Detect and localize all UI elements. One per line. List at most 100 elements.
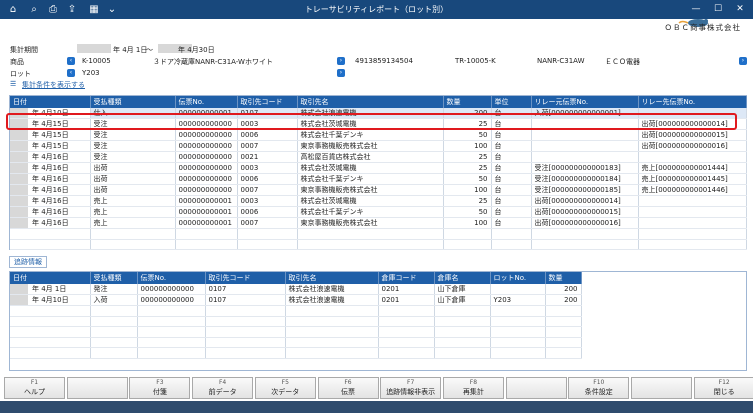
table-row[interactable]: 年 4月15日 受注 000000000000 0006 株式会社千葉デンキ 50 台 出荷[…: [10, 129, 747, 141]
fkey-button[interactable]: F12 閉じる: [693, 377, 753, 399]
table-row[interactable]: 年 4月16日 出荷 000000000000 0003 株式会社茨城電機 25 台受注[0…: [10, 162, 747, 174]
cell-unit: 台: [491, 184, 532, 196]
cell-date: 年 4月10日: [10, 294, 91, 306]
cell-type: 出荷: [90, 173, 176, 185]
cell-name: 東京事務機販売株式会社: [297, 140, 444, 152]
cell-to: 売上[000000000001446]: [638, 184, 747, 196]
cell-type: 受注: [90, 129, 176, 141]
cell-date: 年 4月15日: [10, 129, 91, 141]
fkey-label: 前データ: [208, 388, 237, 396]
cell-from: 受注[000000000000184]: [531, 173, 639, 185]
empty-cell: [237, 228, 298, 240]
empty-cell: [10, 337, 91, 348]
cell-unit: 台: [491, 217, 532, 229]
column-header[interactable]: 伝票No.: [175, 96, 238, 108]
next-maker-button[interactable]: ›: [739, 57, 747, 65]
table-row[interactable]: 年 4月10日 入荷 000000000000 0107 株式会社浪速電機 0201 山下倉…: [10, 294, 582, 306]
empty-cell: [378, 305, 435, 317]
table-row[interactable]: 年 4月 1日 発注 000000000000 0107 株式会社浪速電機 0201 山下倉…: [10, 284, 582, 295]
column-header[interactable]: 日付: [10, 96, 91, 108]
period-separator: ～: [146, 46, 153, 54]
column-header[interactable]: リレー先伝票No.: [638, 96, 747, 108]
table-row[interactable]: 年 4月16日 受注 000000000000 0021 高松屋百貨店株式会社 25 台: [10, 151, 747, 163]
cell-to: 出荷[000000000000016]: [638, 140, 747, 152]
cell-unit: 台: [491, 151, 532, 163]
column-header[interactable]: 伝票No.: [137, 272, 206, 284]
cell-qty: 100: [443, 140, 492, 152]
cell-from: 受注[000000000000183]: [531, 162, 639, 174]
cell-to: [638, 195, 747, 207]
cell-from: [531, 140, 639, 152]
cell-name: 株式会社茨城電機: [297, 195, 444, 207]
table-row[interactable]: 年 4月16日 出荷 000000000000 0007 東京事務機販売株式会社 100 台…: [10, 184, 747, 196]
next-lot-button[interactable]: ›: [337, 69, 345, 77]
cell-qty: 50: [443, 206, 492, 218]
column-header[interactable]: 取引先コード: [237, 96, 298, 108]
fkey-empty: [631, 377, 692, 399]
cell-from: [531, 129, 639, 141]
cell-type: 受注: [90, 140, 176, 152]
fkey-button[interactable]: F1 ヘルプ: [4, 377, 65, 399]
empty-cell: [90, 239, 176, 250]
empty-cell: [638, 228, 747, 240]
fkey-label: 条件設定: [584, 388, 613, 396]
cell-from: 受注[000000000000185]: [531, 184, 639, 196]
fkey-button[interactable]: F5 次データ: [254, 377, 316, 399]
empty-cell: [297, 239, 444, 250]
column-header[interactable]: ロットNo.: [490, 272, 546, 284]
cell-code: 0003: [237, 195, 298, 207]
prev-lot-button[interactable]: ‹: [67, 69, 75, 77]
next-product-button[interactable]: ›: [337, 57, 345, 65]
show-conditions-link[interactable]: 集計条件を表示する: [22, 80, 85, 90]
fkey-button[interactable]: F4 前データ: [192, 377, 254, 399]
fkey-label: 追跡情報非表示: [386, 388, 436, 396]
column-header[interactable]: 取引先名: [285, 272, 379, 284]
empty-cell: [10, 305, 91, 317]
column-header[interactable]: 倉庫コード: [378, 272, 435, 284]
prev-product-button[interactable]: ‹: [67, 57, 75, 65]
empty-cell: [137, 337, 206, 348]
column-header[interactable]: 数量: [443, 96, 492, 108]
fkey-label: 付箋: [152, 388, 167, 396]
cell-unit: 台: [491, 129, 532, 141]
column-header[interactable]: 単位: [491, 96, 532, 108]
cell-type: 売上: [90, 206, 176, 218]
cell-to: [638, 217, 747, 229]
empty-row: [10, 347, 582, 359]
fkey-button[interactable]: F10 条件設定: [568, 377, 630, 399]
column-header[interactable]: 取引先コード: [205, 272, 286, 284]
trace-grid: 日付 受払種類 伝票No. 取引先コード 取引先名 倉庫コード 倉庫名 ロットNo. 数量 年 …: [9, 271, 747, 371]
cell-from: [531, 151, 639, 163]
column-header[interactable]: 受払種類: [90, 272, 138, 284]
empty-cell: [285, 316, 379, 327]
close-window-button[interactable]: ✕: [732, 2, 748, 16]
fkey-button[interactable]: F8 再集計: [442, 377, 504, 399]
table-row[interactable]: 年 4月16日 出荷 000000000000 0006 株式会社千葉デンキ 50 台受注[…: [10, 173, 747, 185]
fkey-button[interactable]: F7 追跡情報非表示: [380, 377, 442, 399]
jan-code: 4913859134504: [355, 57, 413, 65]
column-header[interactable]: 受払種類: [90, 96, 176, 108]
empty-cell: [638, 239, 747, 250]
empty-cell: [378, 316, 435, 327]
column-header[interactable]: 倉庫名: [434, 272, 491, 284]
cell-from: 出荷[000000000000015]: [531, 206, 639, 218]
fkey-button[interactable]: F6 伝票: [317, 377, 379, 399]
cell-unit: 台: [491, 162, 532, 174]
table-row[interactable]: 年 4月16日 売上 000000000001 0006 株式会社千葉デンキ 50 台出荷[…: [10, 206, 747, 218]
table-row[interactable]: 年 4月16日 売上 000000000001 0003 株式会社茨城電機 25 台出荷[0…: [10, 195, 747, 207]
table-row[interactable]: 年 4月15日 受注 000000000000 0007 東京事務機販売株式会社 100 台…: [10, 140, 747, 152]
cell-name: 東京事務機販売株式会社: [297, 217, 444, 229]
column-header[interactable]: 数量: [545, 272, 582, 284]
column-header[interactable]: リレー元伝票No.: [531, 96, 639, 108]
main-grid-header: 日付 受払種類 伝票No. 取引先コード 取引先名 数量 単位 リレー元伝票No. リレー先伝票…: [10, 96, 747, 108]
empty-cell: [10, 326, 91, 338]
column-header[interactable]: 取引先名: [297, 96, 444, 108]
fkey-button[interactable]: F3 付箋: [129, 377, 191, 399]
tab-trace-info[interactable]: 追跡情報: [9, 256, 47, 268]
table-row[interactable]: 年 4月16日 売上 000000000001 0007 東京事務機販売株式会社 100 台…: [10, 217, 747, 229]
cell-to: 売上[000000000001444]: [638, 162, 747, 174]
cell-code: 0006: [237, 206, 298, 218]
cell-code: 0107: [205, 284, 286, 295]
column-header[interactable]: 日付: [10, 272, 91, 284]
empty-cell: [491, 239, 532, 250]
